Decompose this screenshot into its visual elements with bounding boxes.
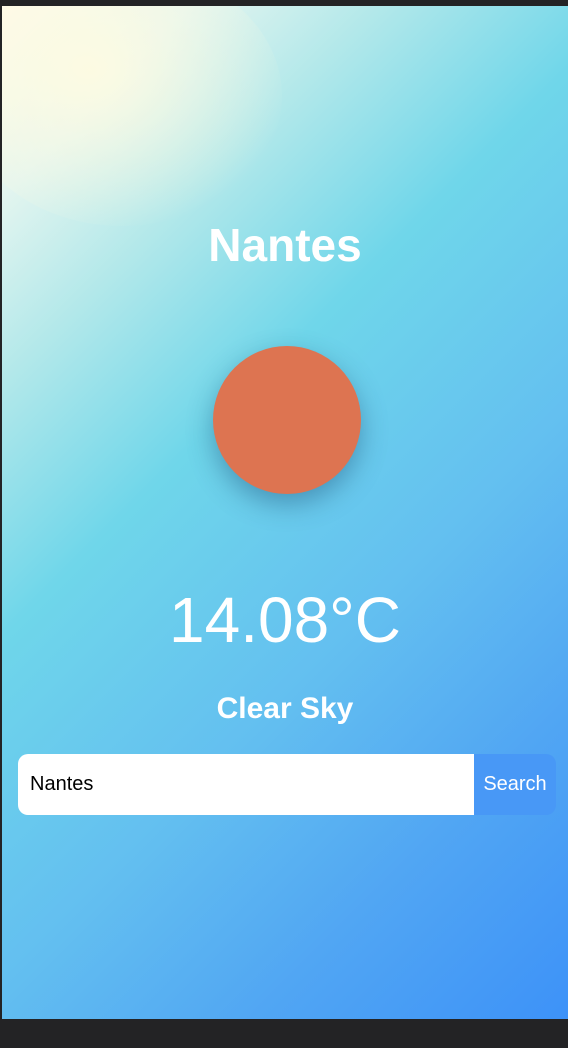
search-button[interactable]: Search	[474, 754, 556, 815]
sun-icon	[213, 346, 361, 494]
search-bar: Search	[18, 754, 556, 815]
weather-app: Nantes 14.08°C Clear Sky Search	[2, 6, 568, 1019]
search-input[interactable]	[18, 754, 474, 815]
window-bottom-border	[0, 1019, 568, 1048]
city-name: Nantes	[208, 219, 362, 271]
weather-description: Clear Sky	[216, 692, 354, 725]
sun-glow	[2, 6, 282, 226]
temperature: 14.08°C	[169, 584, 401, 656]
